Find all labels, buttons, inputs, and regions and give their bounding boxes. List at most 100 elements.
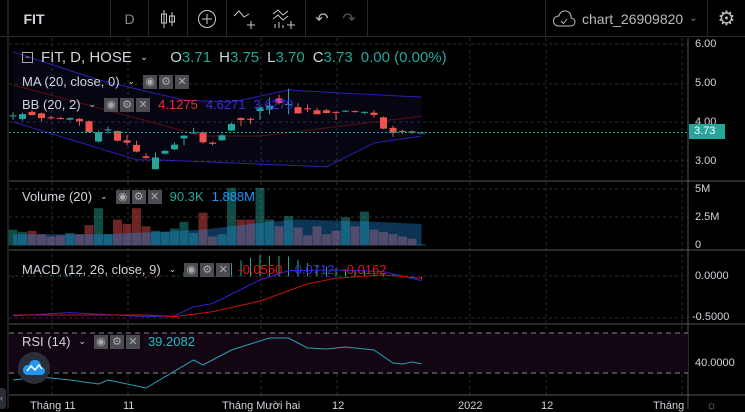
candle-body — [66, 118, 74, 120]
close-icon[interactable]: ✕ — [125, 334, 140, 349]
symbol-title[interactable]: FIT, D, HOSE — [41, 49, 132, 66]
candle-body — [304, 108, 311, 110]
candle-body — [399, 130, 406, 132]
gear-icon[interactable]: ⚙ — [120, 97, 135, 112]
eye-icon[interactable]: ◉ — [104, 97, 119, 112]
macd-signal-value: -0.0162 — [342, 262, 387, 277]
cloud-chart-icon — [23, 360, 45, 375]
macd-histogram-value: -0.0550 — [238, 262, 283, 277]
time-tick: Tháng Mười hai — [222, 400, 301, 412]
candle-body — [104, 129, 112, 131]
candle-body — [218, 135, 226, 141]
candle-body — [85, 121, 93, 133]
close-icon[interactable]: ✕ — [136, 97, 151, 112]
tradingview-logo[interactable] — [18, 352, 50, 384]
candle-body — [76, 118, 83, 122]
macd-tick: 0.0000 — [695, 270, 729, 282]
time-tick: 12 — [541, 400, 554, 412]
candle-body — [152, 157, 159, 170]
candle-body — [380, 117, 387, 129]
collapse-panel-button[interactable]: ‹ — [0, 388, 6, 409]
candle-body — [19, 114, 26, 119]
rsi-name[interactable]: RSI (14) — [22, 334, 70, 349]
time-tick: 11 — [123, 400, 135, 412]
bb-name[interactable]: BB (20, 2) — [22, 97, 81, 112]
candle-body — [228, 123, 235, 131]
candle-body — [38, 113, 45, 119]
gear-icon[interactable]: ⚙ — [200, 262, 215, 277]
chevron-down-icon: ⌄ — [139, 52, 149, 63]
auto-scale-icon[interactable]: ☼ — [706, 398, 717, 412]
candle-body — [133, 145, 140, 152]
eye-icon[interactable]: ◉ — [184, 262, 199, 277]
candle-body — [351, 111, 359, 113]
volume-tick: 5M — [695, 183, 711, 195]
time-tick: 2022 — [458, 400, 483, 412]
open-value: 3.71 — [181, 49, 212, 66]
low-value: 3.70 — [275, 49, 305, 66]
price-tick: 6.00 — [695, 38, 717, 50]
macd-tick: -0.5000 — [692, 311, 730, 323]
price-tick: 3.00 — [695, 155, 717, 167]
candle-body — [57, 118, 64, 120]
macd-name[interactable]: MACD (12, 26, close, 9) — [22, 262, 161, 277]
bb-lower-value: 3.6279 — [253, 97, 294, 112]
candle-body — [123, 140, 131, 143]
rsi-legend: RSI (14) ⌄ ◉ ⚙ ✕ 39.2082 — [22, 334, 195, 349]
volume-ma-value: 1.888M — [211, 189, 255, 204]
candle-body — [142, 156, 150, 158]
close-icon[interactable]: ✕ — [175, 74, 190, 89]
candle-body — [237, 118, 245, 121]
volume-legend: Volume (20) ⌄ ◉ ⚙ ✕ 90.3K 1.888M — [22, 189, 255, 204]
change-value: 0.00 (0.00%) — [360, 49, 447, 66]
collapse-legend-icon[interactable]: − — [22, 52, 33, 63]
rsi-tick: 40.0000 — [695, 357, 735, 369]
candle-body — [370, 112, 378, 115]
eye-icon[interactable]: ◉ — [115, 189, 130, 204]
candle-body — [9, 115, 17, 117]
candle-body — [28, 111, 36, 115]
ma-name[interactable]: MA (20, close, 0) — [22, 74, 120, 89]
gear-icon[interactable]: ⚙ — [159, 74, 174, 89]
close-icon[interactable]: ✕ — [216, 262, 231, 277]
bb-upper-value: 4.6271 — [205, 97, 246, 112]
price-tick: 5.00 — [695, 77, 717, 89]
candle-body — [323, 110, 330, 114]
candle-body — [161, 150, 169, 154]
ma-legend: MA (20, close, 0) ⌄ ◉ ⚙ ✕ — [22, 74, 197, 89]
candle-body — [361, 111, 368, 113]
volume-tick: 2.5M — [695, 211, 720, 223]
symbol-legend: − FIT, D, HOSE ⌄ O 3.71 H 3.75 L 3.70 C 3.73… — [22, 49, 447, 66]
candle-body — [47, 117, 55, 119]
candle-body — [199, 132, 207, 143]
volume-value: 90.3K — [169, 189, 204, 204]
candle-body — [180, 135, 188, 139]
volume-ma-area — [13, 219, 422, 246]
rsi-value: 39.2082 — [147, 334, 195, 349]
signal-line — [13, 274, 422, 318]
volume-name[interactable]: Volume (20) — [22, 189, 92, 204]
candle-body — [95, 132, 102, 142]
candle-body — [247, 118, 254, 120]
candle-body — [342, 110, 349, 112]
gear-icon[interactable]: ⚙ — [109, 334, 124, 349]
gear-icon[interactable]: ⚙ — [131, 189, 146, 204]
time-tick: 12 — [332, 400, 345, 412]
candle-body — [332, 111, 340, 113]
high-label: H — [219, 49, 230, 66]
bb-legend: BB (20, 2) ⌄ ◉ ⚙ ✕ 4.1275 4.6271 3.6279 — [22, 97, 294, 112]
macd-value: -0.0712 — [290, 262, 335, 277]
low-label: L — [267, 49, 276, 66]
candle-body — [313, 110, 321, 115]
open-label: O — [170, 49, 182, 66]
close-label: C — [312, 49, 324, 66]
candle-body — [171, 144, 178, 150]
eye-icon[interactable]: ◉ — [93, 334, 108, 349]
eye-icon[interactable]: ◉ — [143, 74, 158, 89]
macd-legend: MACD (12, 26, close, 9) ⌄ ◉ ⚙ ✕ -0.0550 -0.… — [22, 262, 387, 277]
high-value: 3.75 — [229, 49, 260, 66]
candle-body — [209, 142, 216, 144]
current-price-label: 3.73 — [689, 124, 725, 139]
volume-tick: 0 — [695, 239, 702, 251]
close-icon[interactable]: ✕ — [147, 189, 162, 204]
